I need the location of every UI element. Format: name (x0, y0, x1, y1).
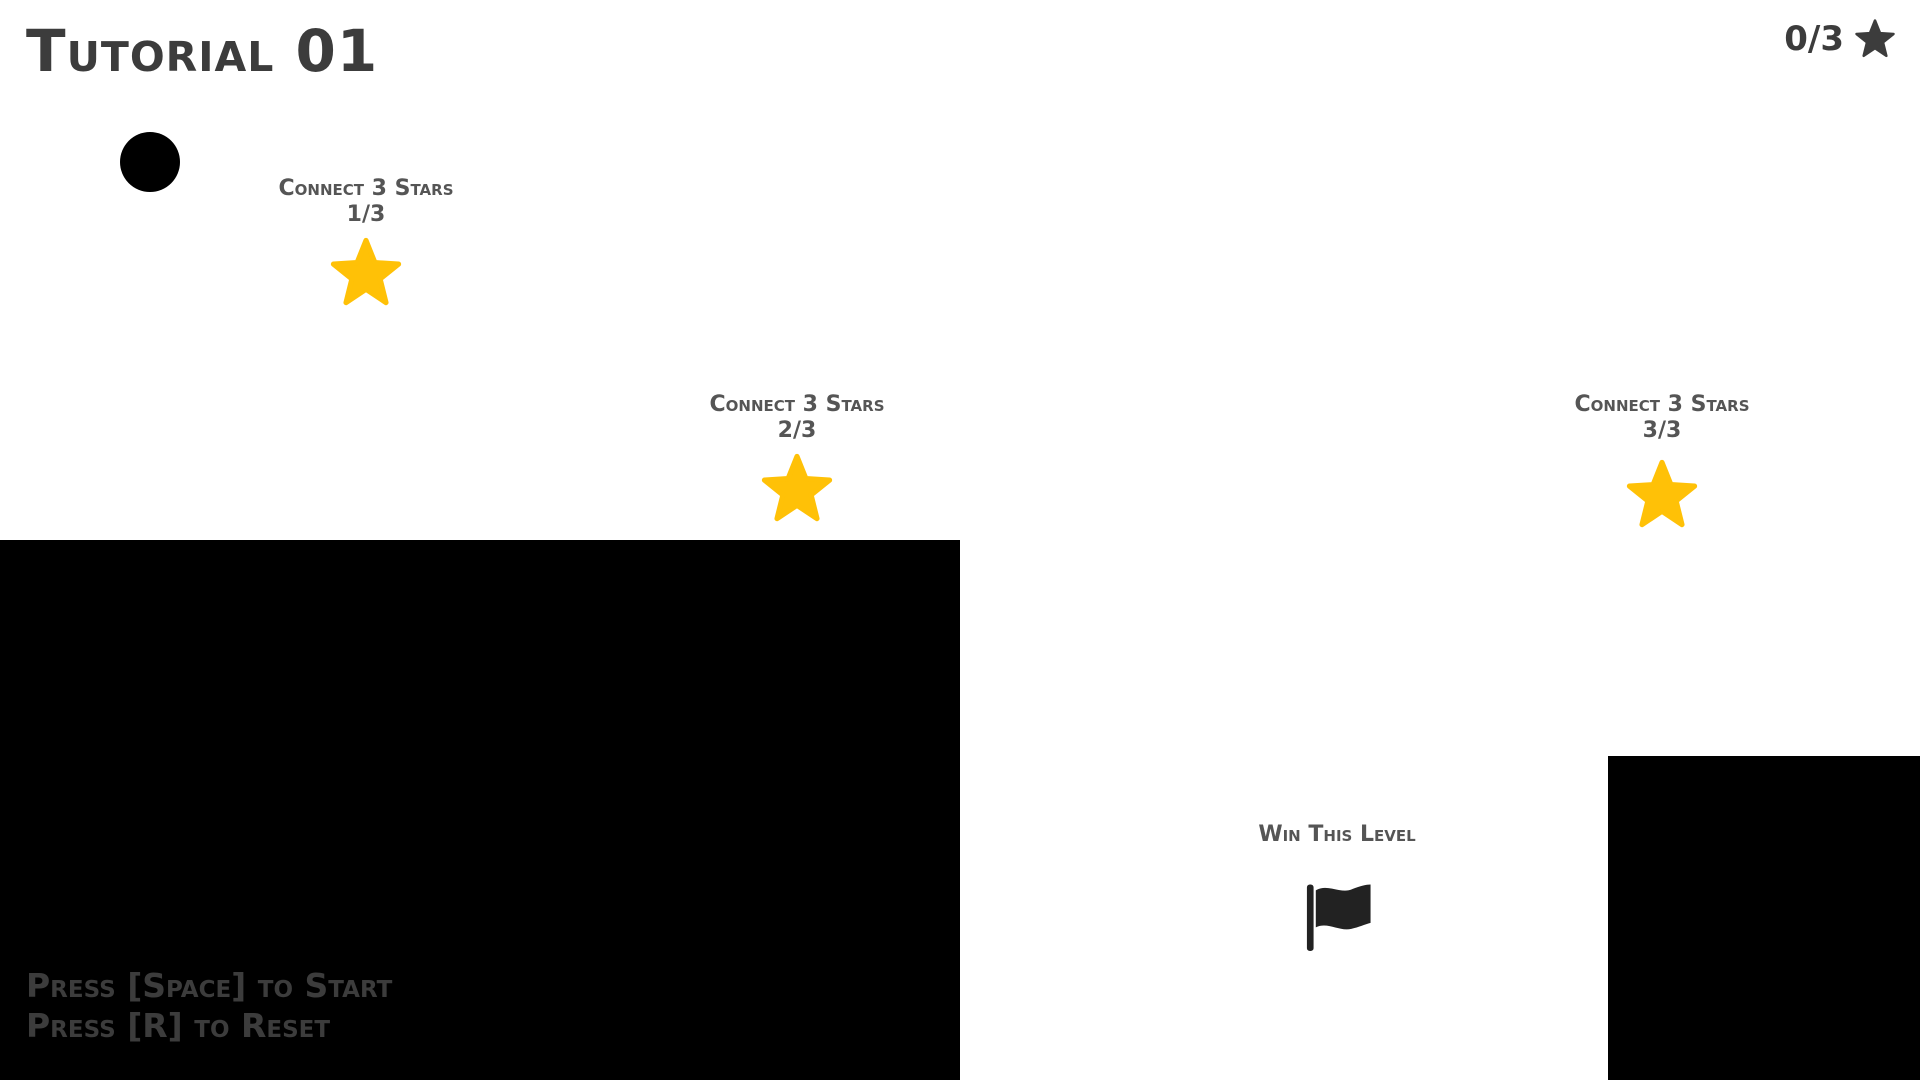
level-title: Tutorial 01 (26, 17, 379, 85)
objective-label: Connect 3 Stars (1574, 392, 1750, 417)
star-objective-3: Connect 3 Stars 3/3 (1542, 392, 1782, 532)
star-icon (1626, 459, 1698, 528)
reset-instruction: Press [R] to Reset (26, 1006, 331, 1045)
objective-label: Connect 3 Stars (278, 176, 454, 201)
star-icon (330, 237, 402, 306)
platform-right (1608, 756, 1920, 1080)
star-icon (1855, 19, 1895, 58)
goal-label: Win This Level (1258, 822, 1416, 847)
star-objective-1: Connect 3 Stars 1/3 (246, 176, 486, 310)
objective-label: Connect 3 Stars (709, 392, 885, 417)
flag-icon (1306, 884, 1371, 952)
instructions: Press [Space] to Start Press [R] to Rese… (26, 966, 392, 1046)
star-counter: 0/3 (1784, 18, 1896, 60)
star-counter-text: 0/3 (1784, 19, 1844, 59)
star-icon (761, 453, 833, 522)
start-instruction: Press [Space] to Start (26, 966, 393, 1005)
player-ball (120, 132, 180, 192)
objective-progress: 2/3 (777, 418, 817, 443)
game-stage[interactable]: Tutorial 01 0/3 Connect 3 Stars 1/3 Conn… (0, 0, 1920, 1080)
objective-progress: 3/3 (1642, 418, 1682, 443)
objective-progress: 1/3 (346, 202, 386, 227)
star-objective-2: Connect 3 Stars 2/3 (677, 392, 917, 526)
